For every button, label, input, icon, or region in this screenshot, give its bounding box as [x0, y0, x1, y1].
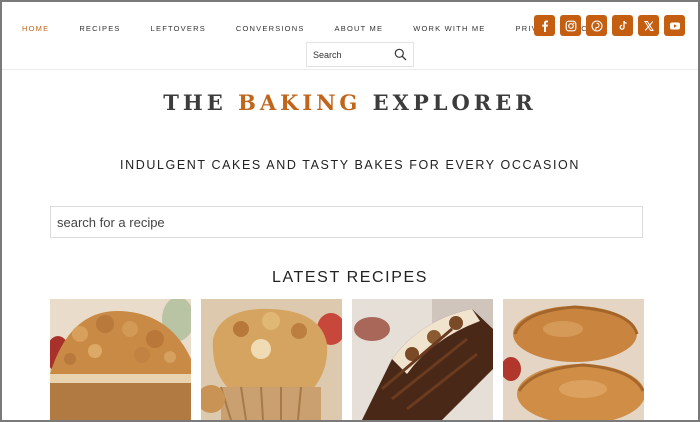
youtube-icon[interactable]: [664, 15, 685, 36]
recipe-card[interactable]: [50, 299, 191, 420]
nav-home[interactable]: HOME: [22, 24, 49, 33]
chocolate-log-image: [352, 299, 493, 420]
header-search-label: Search: [313, 49, 342, 60]
x-icon[interactable]: [638, 15, 659, 36]
recipe-card[interactable]: [352, 299, 493, 420]
nav-about-me[interactable]: ABOUT ME: [335, 24, 384, 33]
social-links: [534, 15, 685, 36]
logo-accent: BAKING: [238, 90, 362, 115]
latest-recipes-heading: LATEST RECIPES: [271, 269, 429, 286]
logo-part-2: EXPLORER: [361, 90, 537, 115]
nav-recipes[interactable]: RECIPES: [79, 24, 120, 33]
site-tagline: INDULGENT CAKES AND TASTY BAKES FOR EVER…: [120, 158, 580, 172]
tiktok-icon[interactable]: [612, 15, 633, 36]
recipe-card[interactable]: [503, 299, 644, 420]
pinterest-icon[interactable]: [586, 15, 607, 36]
recipe-card[interactable]: [201, 299, 342, 420]
instagram-icon[interactable]: [560, 15, 581, 36]
logo-part-1: THE: [163, 90, 239, 115]
header-search[interactable]: Search: [306, 42, 414, 67]
site-logo[interactable]: THE BAKING EXPLORER: [0, 90, 700, 115]
nav-work-with-me[interactable]: WORK WITH ME: [413, 24, 485, 33]
site-header: HOME RECIPES LEFTOVERS CONVERSIONS ABOUT…: [2, 2, 698, 70]
crumble-cake-image: [50, 299, 191, 420]
search-icon[interactable]: [394, 48, 407, 61]
facebook-icon[interactable]: [534, 15, 555, 36]
recipe-search-placeholder: search for a recipe: [57, 214, 165, 230]
recipe-cards: [50, 299, 644, 420]
pasty-image: [503, 299, 644, 420]
recipe-search-input[interactable]: search for a recipe: [50, 206, 643, 238]
nav-leftovers[interactable]: LEFTOVERS: [151, 24, 206, 33]
main-nav: HOME RECIPES LEFTOVERS CONVERSIONS ABOUT…: [22, 22, 594, 34]
nav-conversions[interactable]: CONVERSIONS: [236, 24, 305, 33]
muffin-image: [201, 299, 342, 420]
